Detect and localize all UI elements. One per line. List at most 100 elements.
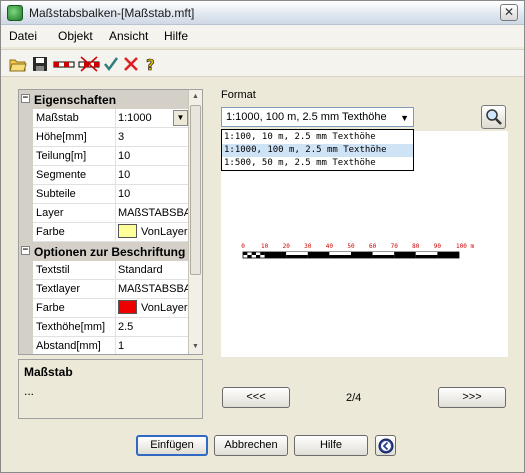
- magnifier-icon: [486, 109, 502, 125]
- svg-text:?: ?: [146, 56, 155, 73]
- scalebar-segment: [329, 255, 351, 258]
- category-eigenschaften[interactable]: − Eigenschaften: [19, 90, 189, 109]
- scalebar-subsegment: [255, 255, 261, 258]
- prop-value-color[interactable]: VonLayer: [115, 299, 189, 317]
- prop-row-segmente[interactable]: Segmente 10: [33, 166, 189, 185]
- toolbar: ?: [1, 49, 524, 77]
- prop-row-textstil[interactable]: Textstil Standard: [33, 261, 189, 280]
- description-text: ...: [24, 384, 35, 398]
- format-combobox[interactable]: 1:1000, 100 m, 2.5 mm Texthöhe ▼: [221, 107, 414, 127]
- prop-row-abstand[interactable]: Abstand[mm] 1: [33, 337, 189, 354]
- menu-hilfe[interactable]: Hilfe: [164, 29, 188, 43]
- scalebar-segment: [394, 255, 416, 258]
- prop-row-textfarbe[interactable]: Farbe VonLayer: [33, 299, 189, 318]
- scalebar-segment: [351, 255, 373, 258]
- prop-row-subteile[interactable]: Subteile 10: [33, 185, 189, 204]
- scalebar-icon[interactable]: [53, 55, 75, 73]
- scale-value: 1:1000: [118, 112, 152, 124]
- collapse-button[interactable]: [375, 435, 396, 456]
- prop-label: Maßstab: [36, 112, 79, 124]
- cancel-button[interactable]: Abbrechen: [214, 435, 288, 456]
- scalebar-subsegment: [251, 252, 256, 255]
- scalebar-segment: [415, 255, 438, 258]
- format-option-selected[interactable]: 1:1000, 100 m, 2.5 mm Texthöhe: [222, 144, 413, 157]
- dropdown-arrow-icon[interactable]: ▼: [173, 110, 188, 126]
- prop-value[interactable]: Standard: [115, 261, 189, 279]
- scalebar-segment: [372, 252, 395, 255]
- close-icon[interactable]: ✕: [500, 4, 518, 21]
- scalebar-segment: [437, 252, 459, 255]
- menu-datei[interactable]: Datei: [9, 29, 37, 43]
- format-option[interactable]: 1:500, 50 m, 2.5 mm Texthöhe: [222, 157, 413, 170]
- scroll-up-icon[interactable]: ▲: [189, 90, 202, 104]
- prop-value[interactable]: MAßSTABSBA: [115, 280, 189, 298]
- format-dropdown-list: 1:100, 10 m, 2.5 mm Texthöhe 1:1000, 100…: [221, 129, 414, 171]
- color-name: VonLayer: [141, 226, 188, 238]
- tick-label: 90: [434, 243, 442, 250]
- scalebar-subsegment: [260, 252, 265, 255]
- prop-label: Texthöhe[mm]: [36, 321, 106, 333]
- prop-value[interactable]: 10: [115, 185, 189, 203]
- vertical-scrollbar[interactable]: ▲ ▼: [188, 90, 202, 354]
- prop-label: Segmente: [36, 169, 87, 181]
- property-grid: − Eigenschaften Maßstab 1:1000 ▼ Höhe[mm…: [18, 89, 203, 355]
- next-button[interactable]: >>>: [438, 387, 506, 408]
- prop-value[interactable]: 10: [115, 166, 189, 184]
- menu-objekt[interactable]: Objekt: [58, 29, 93, 43]
- prop-value[interactable]: 2.5: [115, 318, 189, 336]
- previous-button[interactable]: <<<: [222, 387, 290, 408]
- prop-row-textlayer[interactable]: Textlayer MAßSTABSBA: [33, 280, 189, 299]
- insert-button[interactable]: Einfügen: [136, 435, 208, 456]
- prop-value[interactable]: MAßSTABSBA: [115, 204, 189, 222]
- prop-value[interactable]: 3: [115, 128, 189, 146]
- prop-label: Farbe: [36, 302, 65, 314]
- prop-value-color[interactable]: VonLayer: [115, 223, 189, 241]
- tick-label: 80: [412, 243, 420, 250]
- scalebar-segment: [286, 252, 308, 255]
- scalebar-segment: [264, 252, 287, 255]
- prop-row-layer[interactable]: Layer MAßSTABSBA: [33, 204, 189, 223]
- prop-label: Subteile: [36, 188, 76, 200]
- collapse-toggle-icon[interactable]: −: [21, 246, 30, 255]
- prop-value[interactable]: 10: [115, 147, 189, 165]
- checkmark-icon[interactable]: [102, 55, 120, 73]
- dialog-window: Maßstabsbalken-[Maßstab.mft] ✕ Datei Obj…: [0, 0, 525, 473]
- dropdown-arrow-icon[interactable]: ▼: [400, 113, 409, 123]
- scroll-down-icon[interactable]: ▼: [189, 340, 202, 354]
- help-icon[interactable]: ?: [142, 55, 160, 73]
- scalebar-segment: [307, 252, 330, 255]
- format-option[interactable]: 1:100, 10 m, 2.5 mm Texthöhe: [222, 131, 413, 144]
- prop-label: Textlayer: [36, 283, 81, 295]
- scalebar-segment: [329, 252, 351, 255]
- delete-icon[interactable]: [122, 55, 140, 73]
- grid-margin: [19, 90, 33, 354]
- prop-row-farbe[interactable]: Farbe VonLayer: [33, 223, 189, 242]
- format-selected-value: 1:1000, 100 m, 2.5 mm Texthöhe: [226, 111, 387, 123]
- search-button[interactable]: [481, 105, 506, 129]
- menu-ansicht[interactable]: Ansicht: [109, 29, 148, 43]
- app-globe-icon: [7, 5, 23, 21]
- tick-label: 30: [304, 243, 312, 250]
- prop-row-massstab[interactable]: Maßstab 1:1000 ▼: [33, 109, 189, 128]
- tick-label: 40: [326, 243, 334, 250]
- tick-label: 0: [241, 243, 245, 250]
- scroll-thumb[interactable]: [190, 105, 201, 275]
- scalebar-remove-icon[interactable]: [78, 55, 100, 73]
- open-folder-icon[interactable]: [9, 55, 27, 73]
- prop-label: Höhe[mm]: [36, 131, 87, 143]
- color-swatch-red: [118, 299, 137, 314]
- category-beschriftung[interactable]: − Optionen zur Beschriftung: [19, 242, 189, 261]
- scale-combobox[interactable]: 1:1000 ▼: [115, 109, 189, 127]
- scalebar-segment: [372, 255, 395, 258]
- format-label: Format: [221, 89, 256, 101]
- prop-row-teilung[interactable]: Teilung[m] 10: [33, 147, 189, 166]
- help-button[interactable]: Hilfe: [294, 435, 368, 456]
- scalebar-segment: [307, 255, 330, 258]
- save-icon[interactable]: [31, 55, 49, 73]
- prop-row-hoehe[interactable]: Höhe[mm] 3: [33, 128, 189, 147]
- scalebar-segment: [437, 255, 459, 258]
- menu-bar: Datei Objekt Ansicht Hilfe: [1, 25, 524, 47]
- prop-value[interactable]: 1: [115, 337, 189, 354]
- prop-row-texthoehe[interactable]: Texthöhe[mm] 2.5: [33, 318, 189, 337]
- collapse-toggle-icon[interactable]: −: [21, 94, 30, 103]
